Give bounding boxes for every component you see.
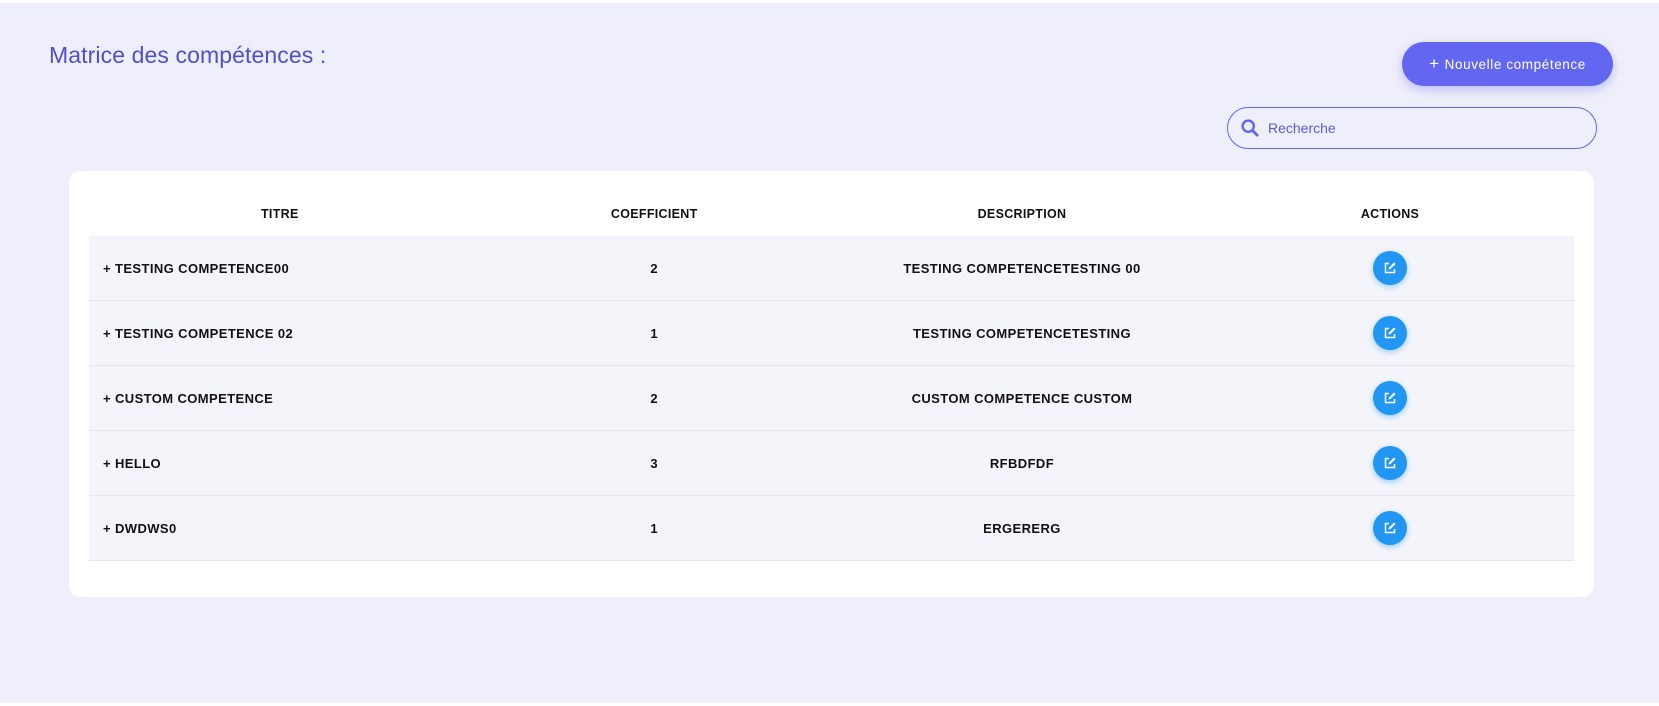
cell-coefficient: 3: [470, 430, 838, 496]
cell-coefficient: 2: [470, 236, 838, 301]
column-header-coefficient: COEFFICIENT: [610, 206, 698, 221]
edit-icon: [1384, 392, 1396, 404]
competence-table-card: TITRE COEFFICIENT DESCRIPTION ACTIONS + …: [69, 171, 1594, 597]
cell-actions: [1206, 365, 1574, 431]
column-header-actions: ACTIONS: [1360, 206, 1420, 221]
edit-icon: [1384, 522, 1396, 534]
table-header-row: TITRE COEFFICIENT DESCRIPTION ACTIONS: [89, 191, 1574, 236]
edit-button[interactable]: [1373, 511, 1408, 545]
page-background: Matrice des compétences : + Nouvelle com…: [0, 3, 1659, 703]
edit-icon: [1384, 327, 1396, 339]
edit-button[interactable]: [1373, 251, 1408, 285]
cell-description: ERGERERG: [837, 495, 1207, 561]
table-row: + HELLO 3 RFBDFDF: [89, 430, 1574, 496]
search-icon: [1240, 118, 1260, 138]
cell-description: RFBDFDF: [837, 430, 1207, 496]
competence-table: TITRE COEFFICIENT DESCRIPTION ACTIONS + …: [89, 191, 1574, 561]
plus-icon: +: [1429, 53, 1440, 73]
cell-actions: [1206, 236, 1574, 301]
edit-button[interactable]: [1373, 446, 1408, 480]
cell-actions: [1206, 430, 1574, 496]
cell-actions: [1206, 495, 1574, 561]
expand-row-titre[interactable]: + DWDWS0: [89, 495, 471, 561]
page-title: Matrice des compétences :: [49, 42, 327, 68]
column-header-titre: TITRE: [261, 206, 299, 221]
edit-button[interactable]: [1373, 316, 1408, 350]
column-header-description: DESCRIPTION: [977, 206, 1067, 221]
cell-coefficient: 1: [470, 300, 838, 366]
cell-description: TESTING COMPETENCETESTING 00: [837, 236, 1207, 301]
expand-row-titre[interactable]: + CUSTOM COMPETENCE: [89, 365, 471, 431]
table-row: + DWDWS0 1 ERGERERG: [89, 495, 1574, 561]
expand-row-titre[interactable]: + TESTING COMPETENCE 02: [89, 300, 471, 366]
edit-icon: [1384, 457, 1396, 469]
cell-coefficient: 1: [470, 495, 838, 561]
table-row: + TESTING COMPETENCE 02 1 TESTING COMPET…: [89, 300, 1574, 366]
expand-row-titre[interactable]: + HELLO: [89, 430, 471, 496]
search-box[interactable]: [1227, 107, 1597, 149]
cell-actions: [1206, 300, 1574, 366]
cell-coefficient: 2: [470, 365, 838, 431]
expand-row-titre[interactable]: + TESTING COMPETENCE00: [89, 236, 471, 301]
table-row: + CUSTOM COMPETENCE 2 CUSTOM COMPETENCE …: [89, 365, 1574, 431]
edit-icon: [1384, 262, 1396, 274]
new-competence-label: Nouvelle compétence: [1444, 56, 1586, 72]
cell-description: TESTING COMPETENCETESTING: [837, 300, 1207, 366]
search-input[interactable]: [1268, 120, 1568, 136]
new-competence-button[interactable]: + Nouvelle compétence: [1402, 42, 1613, 86]
edit-button[interactable]: [1373, 381, 1408, 415]
table-row: + TESTING COMPETENCE00 2 TESTING COMPETE…: [89, 236, 1574, 301]
cell-description: CUSTOM COMPETENCE CUSTOM: [837, 365, 1207, 431]
